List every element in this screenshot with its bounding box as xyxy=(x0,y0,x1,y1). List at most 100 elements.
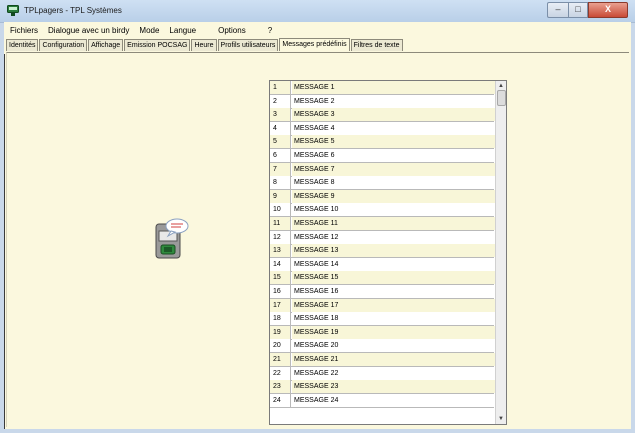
row-number: 17 xyxy=(270,298,291,312)
table-row[interactable]: 21 MESSAGE 21 xyxy=(270,353,496,367)
table-row[interactable]: 5 MESSAGE 5 xyxy=(270,135,496,150)
table-row[interactable]: 9 MESSAGE 9 xyxy=(270,189,496,204)
table-row[interactable]: 20 MESSAGE 20 xyxy=(270,339,496,354)
scroll-down-icon[interactable]: ▼ xyxy=(497,415,505,423)
message-text-cell[interactable]: MESSAGE 8 xyxy=(292,176,496,190)
minimize-button[interactable]: – xyxy=(547,2,568,18)
table-row[interactable]: 8 MESSAGE 8 xyxy=(270,176,496,191)
message-text-cell[interactable]: MESSAGE 22 xyxy=(292,366,496,380)
close-button[interactable]: X xyxy=(588,2,628,18)
message-text-cell[interactable]: MESSAGE 10 xyxy=(292,203,496,217)
window-title-bar[interactable]: TPLpagers - TPL Systèmes – □ X xyxy=(0,0,635,23)
table-row[interactable]: 15 MESSAGE 15 xyxy=(270,271,496,286)
menu-langue[interactable]: Langue xyxy=(165,26,200,35)
row-number: 15 xyxy=(270,271,291,285)
message-text-cell[interactable]: MESSAGE 3 xyxy=(292,108,496,122)
message-text-cell[interactable]: MESSAGE 24 xyxy=(292,393,496,407)
message-text-cell[interactable]: MESSAGE 13 xyxy=(292,244,496,258)
menu-options[interactable]: Options xyxy=(214,26,250,35)
row-number: 18 xyxy=(270,312,291,326)
pager-app-icon xyxy=(7,5,19,16)
message-text-cell[interactable]: MESSAGE 5 xyxy=(292,135,496,149)
message-text-cell[interactable]: MESSAGE 9 xyxy=(292,189,496,203)
message-text-cell[interactable]: MESSAGE 1 xyxy=(292,81,496,94)
tab-configuration[interactable]: Configuration xyxy=(39,39,88,51)
row-number: 23 xyxy=(270,380,291,394)
message-text-cell[interactable]: MESSAGE 23 xyxy=(292,380,496,394)
menu-bar: Fichiers Dialogue avec un birdy Mode Lan… xyxy=(4,22,631,38)
list-scrollbar[interactable]: ▲ ▼ xyxy=(495,81,506,424)
scroll-up-icon[interactable]: ▲ xyxy=(497,82,505,90)
row-number: 10 xyxy=(270,203,291,217)
menu-help[interactable]: ? xyxy=(264,26,276,35)
table-row[interactable]: 24 MESSAGE 24 xyxy=(270,393,496,408)
message-text-cell[interactable]: MESSAGE 6 xyxy=(292,149,496,162)
predefined-messages-list[interactable]: 1 MESSAGE 1 2 MESSAGE 2 3 MESSAGE 3 4 MESSAGE 4… xyxy=(269,80,507,425)
message-text-cell[interactable]: MESSAGE 18 xyxy=(292,312,496,326)
message-text-cell[interactable]: MESSAGE 15 xyxy=(292,271,496,285)
client-area: Fichiers Dialogue avec un birdy Mode Lan… xyxy=(4,22,631,429)
table-row[interactable]: 7 MESSAGE 7 xyxy=(270,162,496,177)
pager-device-icon xyxy=(155,218,189,259)
table-row[interactable]: 19 MESSAGE 19 xyxy=(270,325,496,340)
table-row[interactable]: 10 MESSAGE 10 xyxy=(270,203,496,218)
row-number: 16 xyxy=(270,285,291,298)
message-text-cell[interactable]: MESSAGE 17 xyxy=(292,298,496,312)
menu-dialogue[interactable]: Dialogue avec un birdy xyxy=(44,26,133,35)
tab-heure[interactable]: Heure xyxy=(191,39,217,51)
row-number: 24 xyxy=(270,393,291,407)
table-row[interactable]: 11 MESSAGE 11 xyxy=(270,217,496,231)
tab-strip: Identités Configuration Affichage Emissi… xyxy=(6,38,404,52)
tab-affichage[interactable]: Affichage xyxy=(88,39,124,51)
table-row[interactable]: 4 MESSAGE 4 xyxy=(270,121,496,136)
row-number: 4 xyxy=(270,121,291,135)
menu-fichiers[interactable]: Fichiers xyxy=(6,26,42,35)
panel-edge xyxy=(4,54,5,429)
maximize-button[interactable]: □ xyxy=(568,2,588,18)
table-row[interactable]: 3 MESSAGE 3 xyxy=(270,108,496,123)
row-number: 12 xyxy=(270,230,291,244)
table-row[interactable]: 22 MESSAGE 22 xyxy=(270,366,496,381)
table-row[interactable]: 6 MESSAGE 6 xyxy=(270,149,496,163)
table-row[interactable]: 1 MESSAGE 1 xyxy=(270,81,496,95)
message-text-cell[interactable]: MESSAGE 12 xyxy=(292,230,496,244)
table-row[interactable]: 23 MESSAGE 23 xyxy=(270,380,496,395)
row-number: 11 xyxy=(270,217,291,230)
row-number: 1 xyxy=(270,81,291,94)
message-text-cell[interactable]: MESSAGE 2 xyxy=(292,94,496,108)
message-text-cell[interactable]: MESSAGE 11 xyxy=(292,217,496,230)
table-row[interactable]: 16 MESSAGE 16 xyxy=(270,285,496,299)
message-text-cell[interactable]: MESSAGE 16 xyxy=(292,285,496,298)
scroll-thumb[interactable] xyxy=(497,90,506,106)
table-row[interactable]: 12 MESSAGE 12 xyxy=(270,230,496,245)
table-row[interactable]: 2 MESSAGE 2 xyxy=(270,94,496,109)
table-row[interactable]: 17 MESSAGE 17 xyxy=(270,298,496,313)
message-text-cell[interactable]: MESSAGE 7 xyxy=(292,162,496,176)
row-number: 9 xyxy=(270,189,291,203)
tab-profils-utilisateurs[interactable]: Profils utilisateurs xyxy=(217,39,279,51)
window-controls: – □ X xyxy=(547,2,628,18)
table-row[interactable]: 18 MESSAGE 18 xyxy=(270,312,496,327)
tab-emission-pocsag[interactable]: Emission POCSAG xyxy=(124,39,191,51)
row-number: 19 xyxy=(270,325,291,339)
row-number: 21 xyxy=(270,353,291,366)
tab-messages-predefinis[interactable]: Messages prédéfinis xyxy=(279,38,350,51)
message-text-cell[interactable]: MESSAGE 14 xyxy=(292,257,496,271)
row-number: 14 xyxy=(270,257,291,271)
message-text-cell[interactable]: MESSAGE 21 xyxy=(292,353,496,366)
message-text-cell[interactable]: MESSAGE 20 xyxy=(292,339,496,353)
table-row[interactable]: 13 MESSAGE 13 xyxy=(270,244,496,259)
table-row[interactable]: 14 MESSAGE 14 xyxy=(270,257,496,272)
row-number: 2 xyxy=(270,94,291,108)
row-number: 8 xyxy=(270,176,291,190)
row-number: 5 xyxy=(270,135,291,149)
message-text-cell[interactable]: MESSAGE 4 xyxy=(292,121,496,135)
tab-identites[interactable]: Identités xyxy=(6,39,39,51)
row-number: 6 xyxy=(270,149,291,162)
menu-mode[interactable]: Mode xyxy=(135,26,163,35)
message-text-cell[interactable]: MESSAGE 19 xyxy=(292,325,496,339)
row-number: 22 xyxy=(270,366,291,380)
tab-filtres-de-texte[interactable]: Filtres de texte xyxy=(350,39,403,51)
window-title: TPLpagers - TPL Systèmes xyxy=(24,6,122,15)
row-number: 7 xyxy=(270,162,291,176)
